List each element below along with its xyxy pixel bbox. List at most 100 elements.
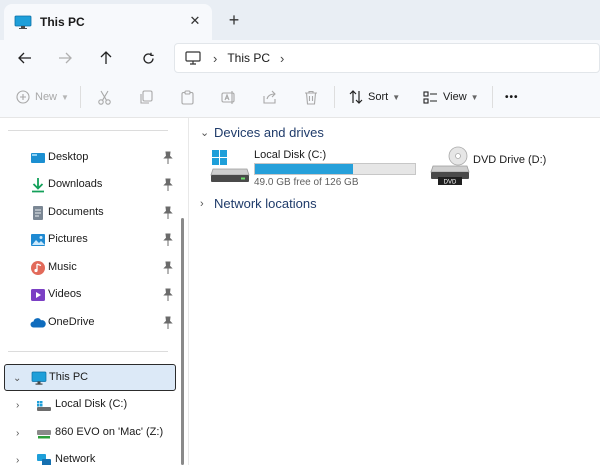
sidebar-item-label: Local Disk (C:) (55, 398, 128, 410)
drive-tile-dvd[interactable]: DVD DVD Drive (D:) (428, 146, 558, 190)
sidebar-item-desktop[interactable]: Desktop (0, 145, 180, 171)
drive-free-space: 49.0 GB free of 126 GB (254, 177, 359, 188)
desktop-icon (31, 153, 45, 163)
network-drive-icon (37, 430, 51, 439)
pin-icon[interactable] (163, 316, 173, 330)
chevron-right-icon[interactable]: › (16, 455, 19, 465)
trash-icon (305, 90, 317, 105)
pin-icon[interactable] (163, 261, 173, 275)
monitor-icon (185, 51, 201, 65)
rename-button[interactable] (221, 86, 236, 108)
local-disk-icon (37, 401, 51, 411)
paste-button[interactable] (180, 86, 195, 108)
sidebar-item-network[interactable]: › Network (0, 447, 180, 465)
sidebar-item-music[interactable]: Music (0, 255, 180, 281)
command-bar: New ▼ Sort ▼ View ▼ ••• (0, 76, 600, 118)
sort-label: Sort (368, 91, 389, 103)
sidebar-item-downloads[interactable]: Downloads (0, 172, 180, 198)
navigation-bar: › This PC › (0, 40, 600, 76)
dvd-drive-icon: DVD (430, 146, 470, 186)
toolbar-divider (80, 86, 81, 108)
pin-icon[interactable] (163, 151, 173, 165)
sort-icon (349, 90, 363, 104)
sidebar-item-label: OneDrive (48, 316, 95, 328)
onedrive-icon (30, 318, 46, 328)
sidebar-item-label: Desktop (48, 151, 89, 163)
new-button[interactable]: New ▼ (16, 86, 69, 108)
devices-section-header[interactable]: ⌄ Devices and drives (200, 125, 324, 140)
local-disk-icon (210, 150, 250, 182)
sidebar-item-label: Documents (48, 206, 104, 218)
drive-tile-local-disk[interactable]: Local Disk (C:) 49.0 GB free of 126 GB (208, 146, 418, 190)
up-arrow-icon (100, 51, 112, 64)
refresh-button[interactable] (135, 46, 161, 70)
sidebar-item-label: Downloads (48, 178, 103, 190)
delete-button[interactable] (304, 86, 318, 108)
address-bar[interactable]: › This PC › (174, 43, 600, 73)
chevron-down-icon[interactable]: ⌄ (13, 373, 21, 384)
sidebar-item-documents[interactable]: Documents (0, 200, 180, 226)
chevron-down-icon: ▼ (61, 92, 69, 102)
chevron-down-icon: ▼ (392, 92, 401, 102)
sidebar-item-videos[interactable]: Videos (0, 282, 180, 308)
sidebar-item-label: This PC (49, 371, 89, 383)
sidebar-item-local-disk[interactable]: › Local Disk (C:) (0, 392, 180, 418)
pin-icon[interactable] (163, 288, 173, 302)
rename-icon (221, 90, 235, 104)
drive-name: Local Disk (C:) (254, 149, 327, 161)
chevron-right-icon[interactable]: › (200, 198, 212, 210)
sidebar-item-label: Videos (48, 288, 82, 300)
new-tab-button[interactable]: + (224, 10, 244, 30)
refresh-icon (142, 52, 154, 64)
close-tab-icon[interactable]: ✕ (186, 12, 204, 30)
pin-icon[interactable] (163, 178, 173, 192)
pin-icon[interactable] (163, 206, 173, 220)
cut-button[interactable] (97, 86, 112, 108)
chevron-right-icon[interactable]: › (280, 51, 284, 66)
view-button[interactable]: View ▼ (423, 86, 479, 108)
toolbar-divider (492, 86, 493, 108)
download-icon (32, 178, 44, 193)
sidebar-item-label: Network (55, 453, 96, 465)
plus-circle-icon (16, 90, 30, 104)
videos-icon (31, 289, 45, 301)
forward-button[interactable] (52, 46, 78, 70)
chevron-down-icon: ▼ (470, 92, 479, 102)
chevron-right-icon[interactable]: › (16, 428, 19, 439)
sidebar-item-onedrive[interactable]: OneDrive (0, 310, 180, 336)
sidebar-item-pictures[interactable]: Pictures (0, 227, 180, 253)
sidebar-divider (8, 130, 168, 131)
view-layout-icon (423, 90, 437, 104)
sidebar-item-label: 860 EVO on 'Mac' (Z:) (55, 426, 164, 438)
clipboard-icon (181, 89, 194, 105)
up-button[interactable] (93, 46, 119, 70)
copy-button[interactable] (139, 86, 154, 108)
share-button[interactable] (262, 86, 277, 108)
pictures-icon (31, 234, 45, 246)
sidebar-scrollbar[interactable] (181, 218, 184, 465)
pin-icon[interactable] (163, 233, 173, 247)
pc-icon (31, 371, 47, 385)
copy-icon (140, 89, 153, 104)
navigation-pane: Desktop Downloads Documents Pictures Mus… (0, 118, 185, 465)
sort-button[interactable]: Sort ▼ (349, 86, 400, 108)
network-icon (37, 454, 51, 465)
monitor-icon (14, 15, 32, 29)
chevron-down-icon[interactable]: ⌄ (200, 126, 212, 139)
drive-usage-bar (254, 163, 416, 175)
sidebar-item-label: Music (48, 261, 77, 273)
chevron-right-icon[interactable]: › (16, 400, 19, 411)
back-button[interactable] (12, 46, 38, 70)
breadcrumb-this-pc[interactable]: This PC (227, 51, 270, 65)
pane-divider[interactable] (188, 118, 189, 465)
forward-arrow-icon (59, 52, 72, 64)
sidebar-item-label: Pictures (48, 233, 88, 245)
new-label: New (35, 91, 58, 103)
tab-this-pc[interactable]: This PC ✕ (4, 4, 212, 40)
sidebar-item-this-pc[interactable]: ⌄ This PC (4, 364, 176, 391)
sidebar-item-network-drive[interactable]: › 860 EVO on 'Mac' (Z:) (0, 420, 180, 446)
chevron-right-icon[interactable]: › (213, 51, 217, 66)
scissors-icon (98, 90, 111, 105)
more-options-icon[interactable]: ••• (505, 86, 519, 108)
network-section-header[interactable]: › Network locations (200, 196, 317, 211)
